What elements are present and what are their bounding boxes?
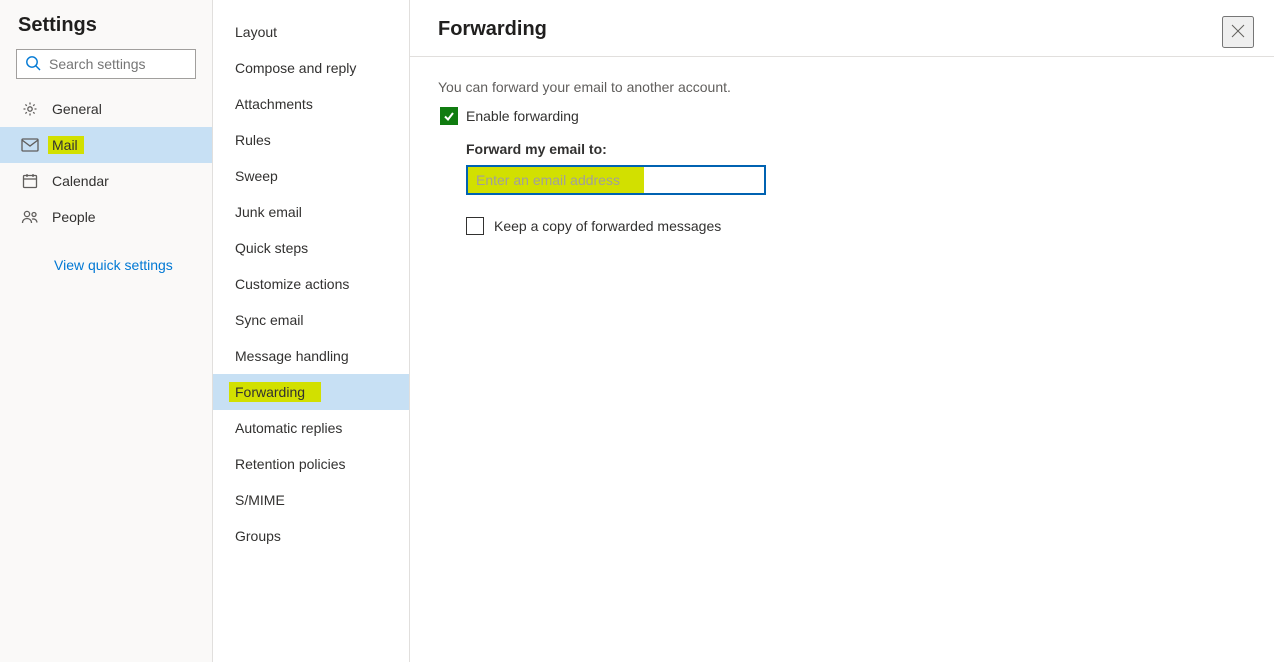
sidebar-item-label: People [52, 209, 96, 225]
gear-icon [20, 99, 40, 119]
subnav-item-sync-email[interactable]: Sync email [213, 302, 409, 338]
subnav-item-rules[interactable]: Rules [213, 122, 409, 158]
subnav-item-label: Forwarding [235, 384, 305, 400]
keep-copy-checkbox[interactable] [466, 217, 484, 235]
forward-to-label: Forward my email to: [466, 141, 1246, 157]
sidebar-item-calendar[interactable]: Calendar [0, 163, 212, 199]
subnav-item-message-handling[interactable]: Message handling [213, 338, 409, 374]
enable-forwarding-label: Enable forwarding [466, 108, 579, 124]
close-button[interactable] [1222, 16, 1254, 48]
subnav-item-groups[interactable]: Groups [213, 518, 409, 554]
subnav-item-label: Sync email [235, 312, 303, 328]
subnav-item-automatic-replies[interactable]: Automatic replies [213, 410, 409, 446]
subnav-item-quick-steps[interactable]: Quick steps [213, 230, 409, 266]
enable-forwarding-row: Enable forwarding [438, 105, 585, 127]
sidebar-item-general[interactable]: General [0, 91, 212, 127]
divider [410, 56, 1274, 57]
subnav-item-label: Quick steps [235, 240, 308, 256]
search-settings-box[interactable] [16, 49, 196, 79]
sidebar-item-label: General [52, 101, 102, 117]
sidebar-item-label: Calendar [52, 173, 109, 189]
search-icon [25, 55, 41, 74]
enable-forwarding-checkbox[interactable] [440, 107, 458, 125]
subnav-item-label: Layout [235, 24, 277, 40]
subnav-item-label: Junk email [235, 204, 302, 220]
close-icon [1231, 24, 1245, 41]
subnav-item-label: Rules [235, 132, 271, 148]
subnav-item-sweep[interactable]: Sweep [213, 158, 409, 194]
subnav-item-junk-email[interactable]: Junk email [213, 194, 409, 230]
subnav-item-label: Automatic replies [235, 420, 342, 436]
subnav-item-retention-policies[interactable]: Retention policies [213, 446, 409, 482]
mail-icon [20, 135, 40, 155]
sidebar-item-label: Mail [52, 137, 78, 153]
people-icon [20, 207, 40, 227]
subnav-item-label: Message handling [235, 348, 349, 364]
intro-text: You can forward your email to another ac… [438, 79, 1246, 95]
subnav-item-label: Sweep [235, 168, 278, 184]
page-title: Forwarding [438, 18, 1246, 59]
subnav-item-layout[interactable]: Layout [213, 14, 409, 50]
search-input[interactable] [49, 56, 187, 72]
subnav-item-forwarding[interactable]: Forwarding [213, 374, 409, 410]
subnav-item-smime[interactable]: S/MIME [213, 482, 409, 518]
settings-sidebar: Settings General Mail Calendar People View … [0, 0, 213, 662]
subnav-item-compose-reply[interactable]: Compose and reply [213, 50, 409, 86]
sidebar-item-mail[interactable]: Mail [0, 127, 212, 163]
forwarding-panel: Forwarding You can forward your email to… [410, 0, 1274, 662]
subnav-item-label: Groups [235, 528, 281, 544]
subnav-item-label: Compose and reply [235, 60, 356, 76]
subnav-item-label: Retention policies [235, 456, 346, 472]
subnav-item-attachments[interactable]: Attachments [213, 86, 409, 122]
sidebar-item-people[interactable]: People [0, 199, 212, 235]
keep-copy-label: Keep a copy of forwarded messages [494, 218, 721, 234]
subnav-item-customize-actions[interactable]: Customize actions [213, 266, 409, 302]
calendar-icon [20, 171, 40, 191]
subnav-item-label: Customize actions [235, 276, 349, 292]
forward-to-input[interactable] [466, 165, 766, 195]
subnav-item-label: S/MIME [235, 492, 285, 508]
settings-heading: Settings [0, 14, 212, 49]
view-quick-settings-link[interactable]: View quick settings [0, 235, 212, 273]
mail-settings-subnav: Layout Compose and reply Attachments Rules S… [213, 0, 410, 662]
subnav-item-label: Attachments [235, 96, 313, 112]
